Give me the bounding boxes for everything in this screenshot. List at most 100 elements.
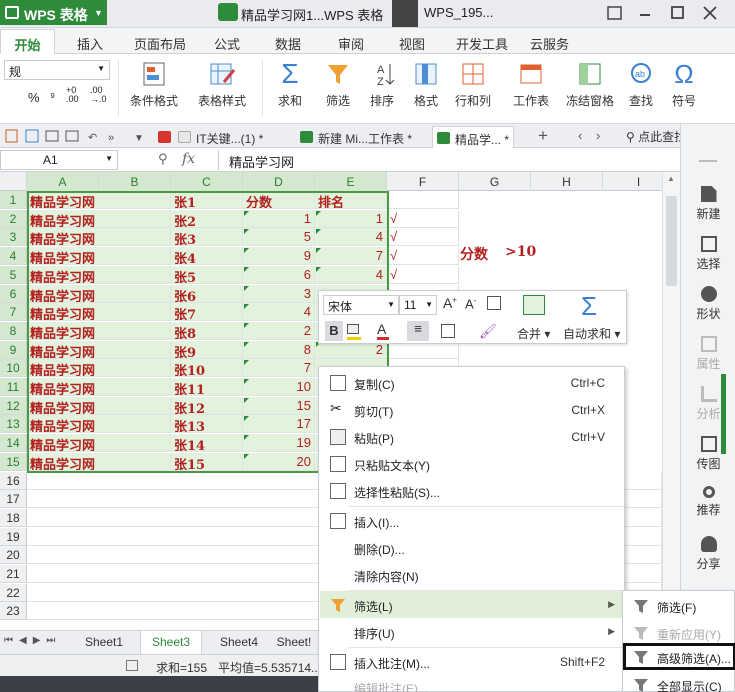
formula-input[interactable]: 精品学习网 <box>218 150 680 170</box>
find-button[interactable]: ab 查找 <box>622 60 660 118</box>
column-header-a[interactable]: A <box>27 172 99 191</box>
row-header[interactable]: 15 <box>0 452 27 471</box>
cell-c4[interactable]: 张4 <box>171 247 243 266</box>
grow-font-icon[interactable]: A+ <box>443 295 457 311</box>
cell-d10[interactable]: 7 <box>243 359 315 378</box>
cell-d7[interactable]: 4 <box>243 303 315 322</box>
column-header-f[interactable]: F <box>387 172 459 191</box>
cell-a2[interactable]: 精品学习网 <box>27 209 171 228</box>
cell-c6[interactable]: 张6 <box>171 284 243 303</box>
cell-e4[interactable]: 7 <box>315 247 387 266</box>
sheet-tab-5[interactable]: Sheet! <box>270 631 318 654</box>
sheet-tab-1[interactable]: Sheet1 <box>72 631 136 654</box>
fx-button[interactable]: fx <box>182 151 195 167</box>
tab-formulas[interactable]: 公式 <box>214 34 240 53</box>
font-color-icon[interactable]: A <box>377 321 389 340</box>
panel-shape[interactable]: 形状 <box>681 286 735 322</box>
column-header-c[interactable]: C <box>171 172 243 191</box>
criteria-value[interactable]: >10 <box>505 244 536 260</box>
menu-insert-comment[interactable]: 插入批注(M)... Shift+F2 <box>320 648 623 675</box>
panel-new[interactable]: 新建 <box>681 186 735 222</box>
column-header-b[interactable]: B <box>99 172 171 191</box>
chevron-right-icon[interactable]: › <box>596 128 600 143</box>
doc-tab-active[interactable]: 精品学... * <box>432 126 515 148</box>
row-header[interactable]: 8 <box>0 321 27 340</box>
cell-a14[interactable]: 精品学习网 <box>27 434 171 453</box>
clear-format-icon[interactable] <box>487 296 501 310</box>
row-header[interactable]: 3 <box>0 228 27 247</box>
menu-insert[interactable]: 插入(I)... <box>320 507 623 534</box>
column-header-d[interactable]: D <box>243 172 315 191</box>
new-tab-icon[interactable]: + <box>538 126 548 146</box>
cell-f1[interactable] <box>387 191 459 209</box>
cell-d5[interactable]: 6 <box>243 265 315 284</box>
cell-a8[interactable]: 精品学习网 <box>27 321 171 340</box>
increase-decimal-icon[interactable]: +0.00 <box>66 86 79 104</box>
row-header[interactable]: 7 <box>0 303 27 322</box>
row-header[interactable]: 18 <box>0 508 27 527</box>
cell-f3[interactable]: √ <box>387 228 459 247</box>
cell-d14[interactable]: 19 <box>243 434 315 453</box>
row-header[interactable]: 22 <box>0 583 27 602</box>
autosum-button[interactable]: 自动求和 ▾ <box>563 325 620 342</box>
cell-c9[interactable]: 张9 <box>171 340 243 359</box>
scroll-thumb[interactable] <box>666 196 677 286</box>
sum-button[interactable]: Σ 求和 <box>270 60 310 118</box>
panel-recommend[interactable]: 推荐 <box>681 486 735 518</box>
panel-upload-image[interactable]: 传图 <box>681 436 735 472</box>
row-header[interactable]: 5 <box>0 265 27 284</box>
font-select[interactable]: 宋体 ▼ <box>323 295 399 315</box>
symbol-button[interactable]: Ω 符号 <box>664 60 704 118</box>
avatar[interactable] <box>392 0 418 27</box>
row-header[interactable]: 19 <box>0 527 27 546</box>
menu-cut[interactable]: ✂ 剪切(T) Ctrl+X <box>320 396 623 423</box>
submenu-show-all[interactable]: 全部显示(C) <box>623 671 735 692</box>
cell-e2[interactable]: 1 <box>315 209 387 228</box>
cell-d13[interactable]: 17 <box>243 415 315 434</box>
cell-c14[interactable]: 张14 <box>171 434 243 453</box>
tab-view[interactable]: 视图 <box>399 34 425 53</box>
menu-clear-contents[interactable]: 清除内容(N) <box>320 561 623 588</box>
tab-review[interactable]: 审阅 <box>338 34 364 53</box>
cell-c2[interactable]: 张2 <box>171 209 243 228</box>
cell-d15[interactable]: 20 <box>243 452 315 471</box>
menu-paste-special[interactable]: 选择性粘贴(S)... <box>320 477 623 504</box>
column-header-e[interactable]: E <box>315 172 387 191</box>
cell-a4[interactable]: 精品学习网 <box>27 247 171 266</box>
format-painter-icon[interactable]: 🖌 <box>479 323 497 340</box>
cell-a1[interactable]: 精品学习网 <box>27 191 171 209</box>
menu-sort[interactable]: 排序(U) ▶ <box>320 618 623 645</box>
cell-d4[interactable]: 9 <box>243 247 315 266</box>
cell-a7[interactable]: 精品学习网 <box>27 303 171 322</box>
zoom-icon[interactable]: ⚲ <box>158 151 168 167</box>
decrease-decimal-icon[interactable]: .00 →.0 <box>90 86 107 104</box>
panel-collapse-handle[interactable] <box>721 374 726 454</box>
row-header[interactable]: 21 <box>0 565 27 583</box>
sort-button[interactable]: AZ 排序 <box>362 60 402 118</box>
doc-tab-it[interactable]: IT关键...(1) * <box>154 126 267 148</box>
row-header[interactable]: 4 <box>0 247 27 266</box>
tab-home[interactable]: 开始 <box>0 29 55 54</box>
cell-a12[interactable]: 精品学习网 <box>27 396 171 415</box>
window-controls[interactable] <box>602 3 732 23</box>
row-header[interactable]: 6 <box>0 284 27 303</box>
cell-e1[interactable]: 排名 <box>315 191 387 209</box>
cell-e3[interactable]: 4 <box>315 228 387 247</box>
menu-paste[interactable]: 粘贴(P) Ctrl+V <box>320 423 623 450</box>
percent-button[interactable]: % <box>28 90 40 105</box>
menu-copy[interactable]: 复制(C) Ctrl+C <box>320 369 623 396</box>
conditional-format-button[interactable]: 条件格式 <box>122 60 186 118</box>
cell-a15[interactable]: 精品学习网 <box>27 452 171 471</box>
cell-d11[interactable]: 10 <box>243 378 315 396</box>
cell-a5[interactable]: 精品学习网 <box>27 265 171 284</box>
tab-developer[interactable]: 开发工具 <box>456 34 508 53</box>
row-header[interactable]: 9 <box>0 340 27 359</box>
column-header-h[interactable]: H <box>531 172 603 191</box>
cell-d6[interactable]: 3 <box>243 284 315 303</box>
freeze-panes-button[interactable]: 冻结窗格 <box>562 60 618 118</box>
quick-access-toolbar[interactable]: ↶ » ▼ <box>4 128 149 144</box>
menu-delete[interactable]: 删除(D)... <box>320 534 623 561</box>
chevron-left-icon[interactable]: ‹ <box>578 128 582 143</box>
cell-c11[interactable]: 张11 <box>171 378 243 396</box>
cell-c3[interactable]: 张3 <box>171 228 243 247</box>
